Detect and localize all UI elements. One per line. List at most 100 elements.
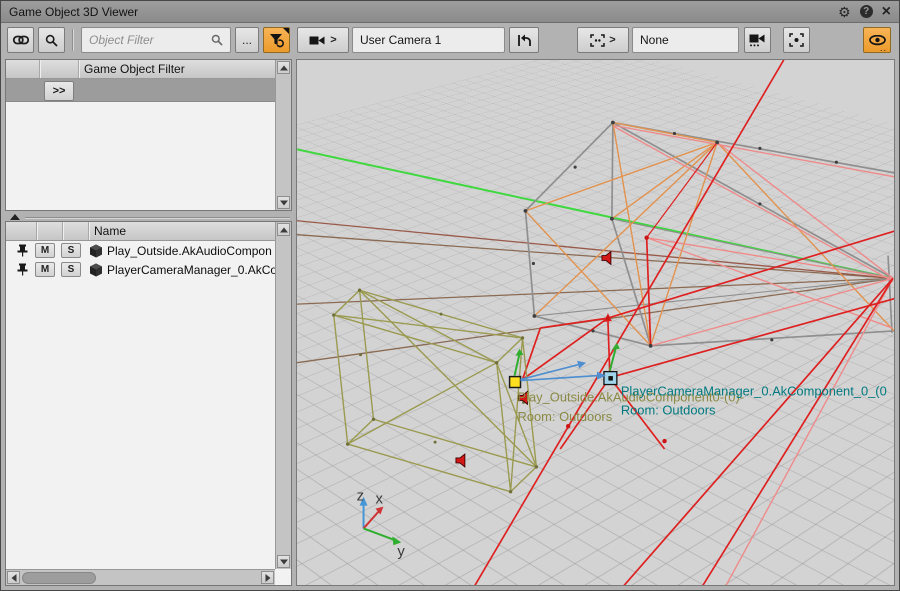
axis-label-x: x (375, 492, 383, 508)
reset-camera-button[interactable] (509, 27, 539, 53)
scene-overlay: Play_Outside.AkAudioComponent0-(0)- Room… (297, 60, 894, 585)
filter-row: >> (6, 79, 275, 102)
axis-label-z: z (357, 489, 364, 505)
object-rows: M S Play_Outside.AkAudioCompon (6, 241, 275, 279)
header-cell-pin (6, 222, 37, 240)
speaker-icon (456, 454, 465, 467)
axis-gizmo: z x y (357, 489, 406, 561)
camera-icon (309, 35, 326, 46)
filter-toggle-button[interactable] (263, 27, 290, 53)
emitter-label-line2: Room: Outdoors (518, 409, 613, 424)
filter-list-vscrollbar[interactable] (275, 60, 291, 210)
set-camera-button[interactable] (744, 27, 771, 53)
camera-dots-icon (749, 34, 766, 47)
header-cell-blank2 (39, 60, 79, 78)
follow-chevron: > (609, 34, 615, 46)
splitter-groove (25, 217, 290, 218)
triangle-right-icon (265, 574, 270, 582)
scroll-up-button[interactable] (277, 61, 290, 74)
visibility-options-button[interactable]: .. (863, 27, 891, 53)
game-object-filter-list: Game Object Filter >> (5, 59, 292, 211)
solo-button[interactable]: S (61, 243, 81, 258)
listener-marker-core (608, 376, 612, 380)
link-icon (13, 35, 29, 45)
scroll-right-button[interactable] (261, 571, 274, 584)
camera-select-button[interactable]: > (297, 27, 349, 53)
game-object-3d-viewer-window: Game Object 3D Viewer ⚙ ? × Object Filte… (0, 0, 900, 591)
hscroll-thumb[interactable] (22, 572, 96, 584)
triangle-up-icon (280, 227, 288, 232)
mute-button[interactable]: M (35, 243, 55, 258)
object-filter-input[interactable]: Object Filter (81, 27, 231, 53)
focus-brackets-icon (590, 34, 605, 47)
triangle-left-icon (11, 574, 16, 582)
crosshair-brackets-icon (789, 33, 804, 47)
name-header-label: Name (94, 224, 126, 238)
filter-funnel-icon (269, 33, 284, 48)
close-icon[interactable]: × (882, 4, 891, 20)
follow-object-field[interactable]: None (632, 27, 739, 53)
scroll-left-button[interactable] (7, 571, 20, 584)
green-arrowhead (612, 343, 620, 350)
object-filter-placeholder: Object Filter (89, 33, 211, 47)
salmon-wireframe (614, 126, 894, 585)
room-connection-lines (297, 221, 893, 363)
search-icon (211, 34, 223, 46)
toolbar: Object Filter ... > User Camera 1 (1, 24, 899, 57)
filter-header-label: Game Object Filter (84, 62, 185, 76)
camera-name-field[interactable]: User Camera 1 (352, 27, 505, 53)
object-row[interactable]: M S PlayerCameraManager_0.AkCo (6, 260, 275, 279)
search-icon (45, 34, 58, 47)
mute-button[interactable]: M (35, 262, 55, 277)
viewport-3d[interactable]: Play_Outside.AkAudioComponent0-(0)- Room… (296, 59, 895, 586)
filter-dropdown-notch (283, 28, 289, 34)
follow-object-button[interactable]: > (577, 27, 629, 53)
more-label: ... (242, 33, 252, 47)
pin-icon[interactable] (16, 263, 29, 276)
object-name: PlayerCameraManager_0.AkCo (107, 263, 275, 277)
follow-object-value: None (640, 33, 669, 47)
object-list-hscrollbar[interactable] (6, 569, 275, 585)
panel-splitter[interactable] (5, 212, 292, 221)
link-button[interactable] (7, 27, 34, 53)
speaker-icon (602, 252, 611, 265)
listener-label-line2: Room: Outdoors (621, 402, 716, 417)
game-object-cube-icon (89, 244, 103, 258)
object-list-header: Name (6, 222, 275, 241)
center-on-object-button[interactable] (783, 27, 810, 53)
camera-chevron: > (330, 34, 336, 46)
emitter-marker[interactable] (510, 377, 521, 388)
green-arrowhead (516, 349, 524, 356)
title-bar: Game Object 3D Viewer ⚙ ? × (1, 1, 899, 23)
solo-button[interactable]: S (61, 262, 81, 277)
window-title: Game Object 3D Viewer (9, 5, 829, 19)
header-cell-mute (36, 222, 63, 240)
left-panel: Game Object Filter >> Name (5, 59, 292, 586)
header-cell-solo (62, 222, 89, 240)
help-icon[interactable]: ? (860, 5, 873, 18)
pin-icon[interactable] (16, 244, 29, 257)
header-cell-blank1 (6, 60, 40, 78)
triangle-down-icon (280, 559, 288, 564)
listener-label-line1: PlayerCameraManager_0.AkComponent_0_(0 (621, 383, 887, 398)
search-button[interactable] (38, 27, 65, 53)
toolbar-separator (72, 29, 73, 51)
olive-geometry-wireframe (334, 290, 537, 491)
object-row[interactable]: M S Play_Outside.AkAudioCompon (6, 241, 275, 260)
eye-more-dots: .. (880, 46, 887, 50)
game-object-cube-icon (89, 263, 103, 277)
triangle-up-icon (280, 65, 288, 70)
axis-label-y: y (397, 544, 405, 560)
scroll-down-button[interactable] (277, 555, 290, 568)
scroll-up-button[interactable] (277, 223, 290, 236)
scroll-down-button[interactable] (277, 196, 290, 209)
expand-filter-button[interactable]: >> (44, 81, 74, 101)
object-list-vscrollbar[interactable] (275, 222, 291, 569)
camera-name-value: User Camera 1 (360, 33, 441, 47)
settings-gear-icon[interactable]: ⚙ (838, 5, 851, 19)
collapse-triangle-icon[interactable] (10, 214, 20, 220)
blue-arrowhead (577, 361, 586, 369)
more-options-button[interactable]: ... (235, 27, 259, 53)
undo-icon (517, 34, 532, 47)
object-name: Play_Outside.AkAudioCompon (107, 244, 272, 258)
